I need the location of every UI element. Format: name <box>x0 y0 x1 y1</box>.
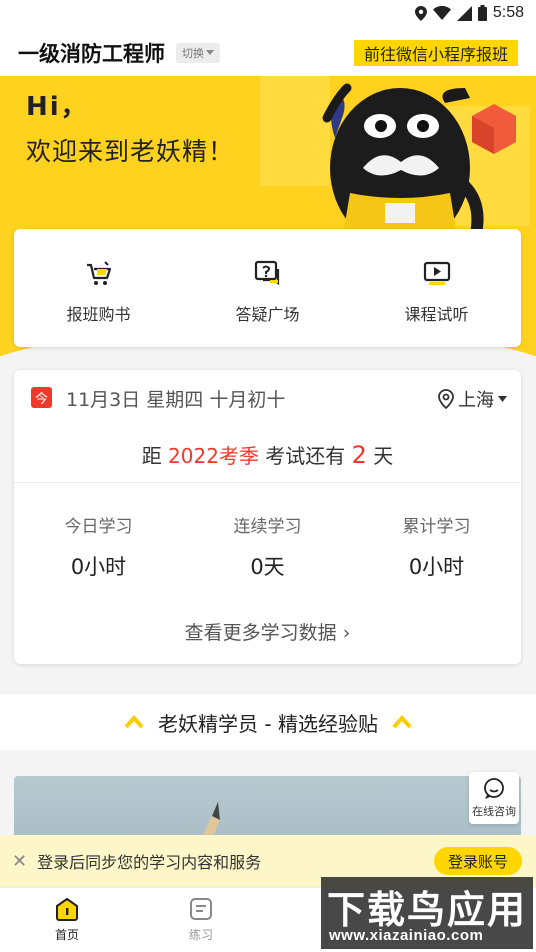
countdown-prefix: 距 <box>141 444 169 468</box>
online-consult-button[interactable]: 在线咨询 <box>469 772 519 824</box>
countdown-days: 2 <box>351 441 367 469</box>
quick-action-qa-square[interactable]: 答疑广场 <box>183 229 352 347</box>
location-label: 上海 <box>458 390 494 411</box>
caret-down-icon <box>206 50 214 55</box>
quick-actions-card: 报班购书 答疑广场 课程试听 <box>14 229 521 347</box>
practice-icon <box>190 898 212 920</box>
stat-total: 累计学习 0小时 <box>352 512 521 581</box>
switch-label: 切换 <box>182 47 204 60</box>
tab-label: 首页 <box>54 928 79 942</box>
status-bar: 5:58 <box>0 0 536 30</box>
stat-streak: 连续学习 0天 <box>183 512 352 581</box>
login-account-button[interactable]: 登录账号 <box>433 847 522 875</box>
home-icon <box>56 897 78 921</box>
countdown-middle: 考试还有 <box>258 444 352 468</box>
section-header: 老妖精学员 - 精选经验贴 <box>0 694 536 750</box>
tab-label: 练习 <box>188 928 213 942</box>
chevron-up-icon <box>392 715 412 729</box>
caret-down-icon <box>498 396 507 402</box>
quick-action-label: 课程试听 <box>404 305 469 324</box>
chevron-up-icon <box>124 715 144 729</box>
today-badge: 今 <box>31 387 52 408</box>
status-icons: 5:58 <box>414 4 524 22</box>
chat-bubble-icon <box>484 778 504 799</box>
mascot-illustration <box>322 83 484 248</box>
watermark-logo: 下载鸟应用 www.xiazainiao.com <box>321 877 533 949</box>
app-header: 一级消防工程师 切换 前往微信小程序报班 <box>0 30 536 76</box>
exam-title: 一级消防工程师 <box>18 42 165 66</box>
stat-label: 累计学习 <box>402 517 471 537</box>
countdown-suffix: 天 <box>366 444 394 468</box>
wechat-miniprogram-button[interactable]: 前往微信小程序报班 <box>353 40 518 66</box>
study-info-card: 今 11月3日 星期四 十月初十 上海 距 2022考季 考试还有 2 天 今日… <box>14 370 521 664</box>
video-play-icon <box>423 261 450 285</box>
location-pin-icon <box>438 389 454 409</box>
quick-action-enroll-books[interactable]: 报班购书 <box>14 229 183 347</box>
location-selector[interactable]: 上海 <box>438 386 507 412</box>
stat-value: 0天 <box>250 555 285 579</box>
question-chat-icon <box>254 260 279 286</box>
stat-label: 连续学习 <box>233 517 302 537</box>
stat-today: 今日学习 0小时 <box>14 512 183 581</box>
tab-practice[interactable]: 练习 <box>171 896 231 943</box>
tab-home[interactable]: 首页 <box>37 896 97 943</box>
quick-action-label: 报班购书 <box>66 305 131 324</box>
stat-value: 0小时 <box>70 555 127 579</box>
hero-greeting: Hi， <box>26 92 89 122</box>
more-study-data-link[interactable]: 查看更多学习数据 › <box>14 618 521 645</box>
quick-action-course-trial[interactable]: 课程试听 <box>352 229 521 347</box>
switch-exam-button[interactable]: 切换 <box>176 43 220 63</box>
stat-label: 今日学习 <box>64 517 133 537</box>
signal-icon <box>456 5 472 21</box>
login-banner-text: 登录后同步您的学习内容和服务 <box>37 853 262 872</box>
battery-icon <box>477 5 487 21</box>
countdown-season: 2022考季 <box>168 444 259 468</box>
status-time: 5:58 <box>492 4 524 21</box>
location-status-icon <box>414 5 427 21</box>
stat-value: 0小时 <box>408 555 465 579</box>
watermark-url-text: www.xiazainiao.com <box>329 927 484 944</box>
exam-countdown: 距 2022考季 考试还有 2 天 <box>14 440 521 469</box>
watermark-main-text: 下载鸟应用 <box>327 888 528 932</box>
close-icon[interactable]: ✕ <box>12 851 27 872</box>
wifi-icon <box>432 6 451 20</box>
date-text: 11月3日 星期四 十月初十 <box>66 389 286 411</box>
quick-action-label: 答疑广场 <box>235 305 300 324</box>
study-stats: 今日学习 0小时 连续学习 0天 累计学习 0小时 <box>14 512 521 581</box>
section-title: 老妖精学员 - 精选经验贴 <box>158 711 378 736</box>
consult-label: 在线咨询 <box>472 805 516 818</box>
divider <box>14 482 521 483</box>
cart-icon <box>86 261 111 285</box>
hero-welcome: 欢迎来到老妖精！ <box>26 137 235 166</box>
